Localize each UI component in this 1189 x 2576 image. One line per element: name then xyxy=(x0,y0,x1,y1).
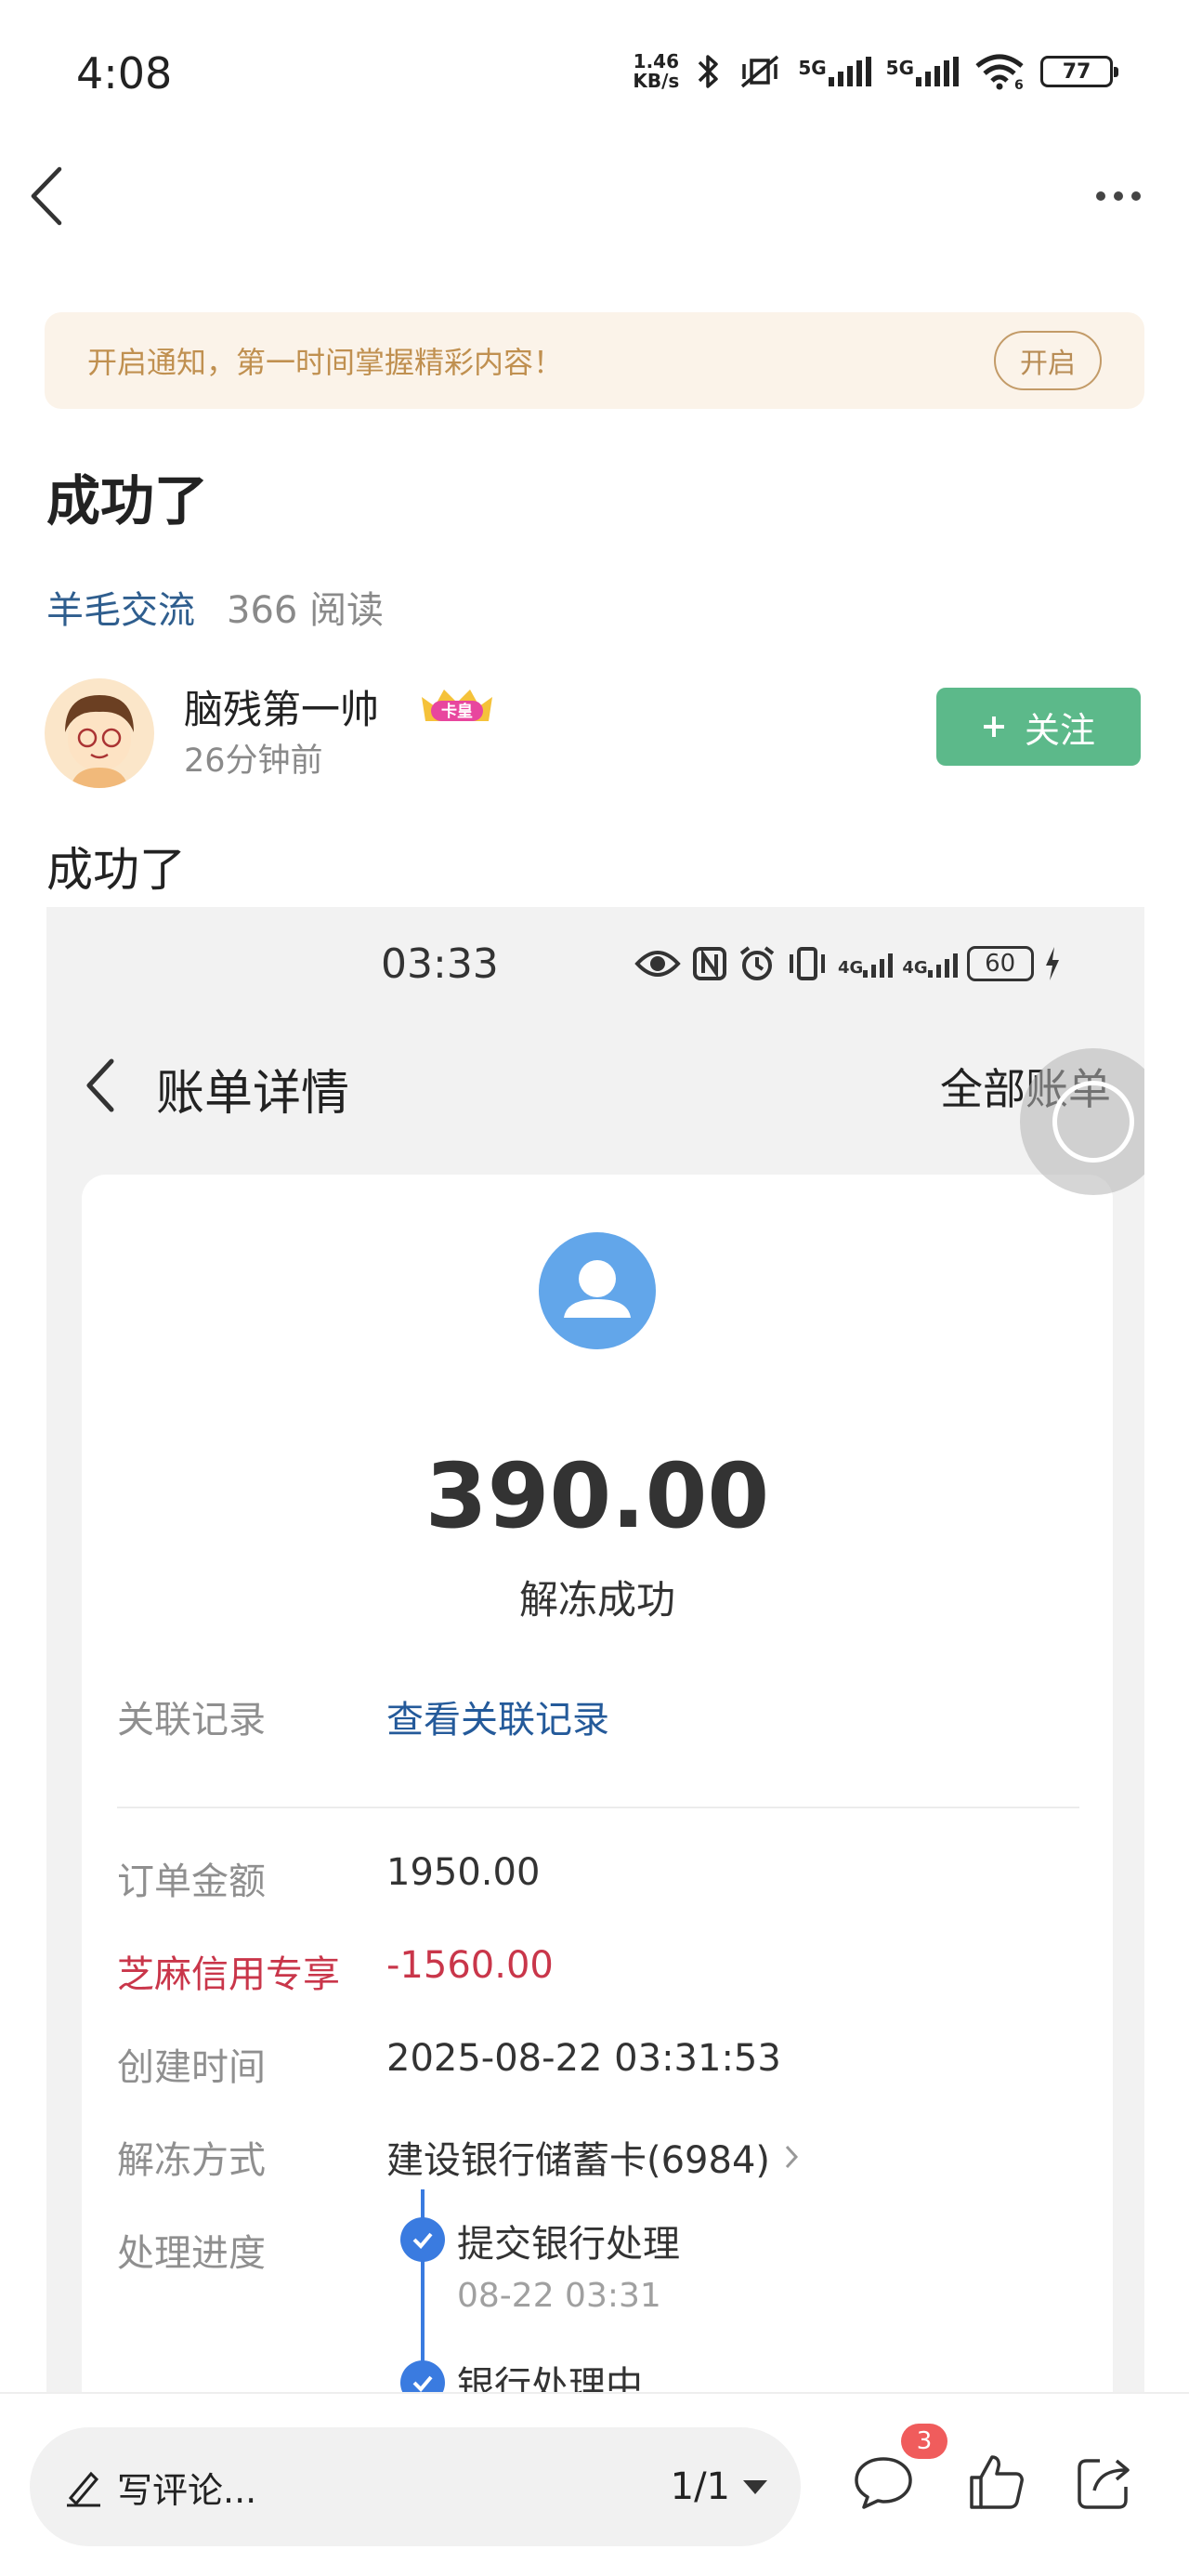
row-label-zhima: 芝麻信用专享 xyxy=(117,1953,340,1996)
row-label-progress: 处理进度 xyxy=(117,2232,266,2275)
share-icon xyxy=(1078,2459,1130,2509)
zhima-discount-value: -1560.00 xyxy=(386,1944,554,1987)
view-related-link: 查看关联记录 xyxy=(386,1699,609,1741)
category-link[interactable]: 羊毛交流 xyxy=(46,580,195,634)
row-label-order-amount: 订单金额 xyxy=(117,1860,266,1903)
wifi-label: 6 xyxy=(1014,78,1024,90)
screenshot-signal-2-icon: 4G xyxy=(902,950,958,978)
comment-bubble-icon xyxy=(855,2457,912,2509)
follow-label: 关注 xyxy=(1024,709,1095,751)
screenshot-battery-level: 60 xyxy=(985,950,1016,978)
unfreeze-method-text: 建设银行储蓄卡(6984) xyxy=(386,2139,771,2182)
notice-text: 开启通知，第一时间掌握精彩内容！ xyxy=(87,345,564,380)
vibrate-icon xyxy=(790,947,825,980)
bluetooth-icon xyxy=(699,55,719,88)
page-indicator[interactable]: 1/1 xyxy=(671,2465,767,2508)
status-icons: 1.46 KB/s 5G 5G 6 77 xyxy=(633,52,1118,91)
net-speed-unit: KB/s xyxy=(633,70,680,92)
unfreeze-status: 解冻成功 xyxy=(518,1577,675,1623)
check-icon xyxy=(400,2360,445,2394)
amount: 390.00 xyxy=(425,1444,770,1548)
timeline-step-1-time: 08-22 03:31 xyxy=(457,2277,661,2315)
author-name[interactable]: 脑残第一帅 xyxy=(184,678,379,735)
follow-button[interactable]: 关注 xyxy=(936,688,1141,766)
chevron-right-icon xyxy=(785,2145,799,2169)
bill-detail-title: 账单详情 xyxy=(156,1066,350,1122)
more-options-button[interactable] xyxy=(1096,191,1141,201)
screenshot-battery-icon: 60 xyxy=(966,946,1034,981)
post-body: 成功了 xyxy=(46,843,186,897)
battery-level: 77 xyxy=(1062,59,1091,84)
caret-down-icon xyxy=(743,2479,767,2494)
net-speed-value: 1.46 xyxy=(633,50,680,72)
sim2-label: 5G xyxy=(885,57,914,79)
timeline-step-2: 银行处理中 xyxy=(457,2364,643,2394)
page-count: 1/1 xyxy=(670,2465,730,2508)
nfc-icon xyxy=(693,947,726,980)
status-time: 4:08 xyxy=(76,48,173,99)
wifi-icon: 6 xyxy=(975,54,1024,90)
comments-button[interactable] xyxy=(853,2451,914,2513)
vip-badge: 卡皇 xyxy=(416,684,498,725)
comment-count-badge: 3 xyxy=(901,2424,947,2459)
screenshot-sig-label-2: 4G xyxy=(902,958,928,978)
screenshot-status-icons: 4G 4G 60 xyxy=(634,944,1062,983)
read-count: 366 阅读 xyxy=(227,589,385,632)
charging-icon xyxy=(1045,947,1059,980)
created-time-value: 2025-08-22 03:31:53 xyxy=(386,2037,781,2080)
screenshot-back-icon xyxy=(84,1058,117,1113)
order-amount-value: 1950.00 xyxy=(386,1851,541,1894)
plus-icon xyxy=(983,716,1004,737)
enable-notification-button[interactable]: 开启 xyxy=(994,331,1102,390)
eye-icon xyxy=(634,951,681,977)
comment-placeholder: 写评论... xyxy=(117,2469,257,2511)
comment-input[interactable]: 写评论... 1/1 xyxy=(30,2427,801,2546)
badge-label: 卡皇 xyxy=(441,702,473,721)
alarm-icon xyxy=(739,946,775,980)
like-button[interactable] xyxy=(966,2451,1027,2513)
back-button[interactable] xyxy=(26,164,67,229)
bottom-bar: 写评论... 1/1 3 xyxy=(0,2392,1189,2576)
post-time: 26分钟前 xyxy=(184,743,323,780)
chevron-left-icon xyxy=(31,166,62,226)
row-label-method: 解冻方式 xyxy=(117,2139,266,2182)
battery-icon: 77 xyxy=(1040,56,1118,87)
row-label-created: 创建时间 xyxy=(117,2046,266,2089)
attached-screenshot[interactable]: 03:33 4G 4G 60 账单详情 全部账单 390.00 解冻成功 关联记… xyxy=(46,907,1144,2394)
pencil-icon xyxy=(67,2471,100,2507)
sim2-signal-icon: 5G xyxy=(886,57,959,86)
notification-banner: 开启通知，第一时间掌握精彩内容！ 开启 xyxy=(45,312,1144,409)
bill-card: 390.00 解冻成功 关联记录 查看关联记录 订单金额 1950.00 芝麻信… xyxy=(82,1175,1113,2394)
post-meta: 羊毛交流 366 阅读 xyxy=(46,580,384,634)
unfreeze-method-value: 建设银行储蓄卡(6984) xyxy=(386,2130,800,2184)
sim1-signal-icon: 5G xyxy=(798,57,871,86)
row-label-related: 关联记录 xyxy=(117,1699,266,1741)
sim1-label: 5G xyxy=(798,57,827,79)
screenshot-status-time: 03:33 xyxy=(381,940,499,988)
share-button[interactable] xyxy=(1074,2451,1135,2513)
divider xyxy=(117,1807,1079,1808)
screenshot-sig-label-1: 4G xyxy=(838,958,864,978)
net-speed: 1.46 KB/s xyxy=(633,52,679,91)
author-avatar[interactable] xyxy=(45,678,154,788)
screenshot-signal-1-icon: 4G xyxy=(838,950,894,978)
timeline-step-1: 提交银行处理 xyxy=(457,2223,680,2266)
thumbs-up-icon xyxy=(970,2455,1024,2509)
mute-vibrate-icon xyxy=(741,55,779,88)
post-title: 成功了 xyxy=(46,469,209,532)
check-icon xyxy=(400,2217,445,2262)
user-icon xyxy=(539,1232,656,1349)
